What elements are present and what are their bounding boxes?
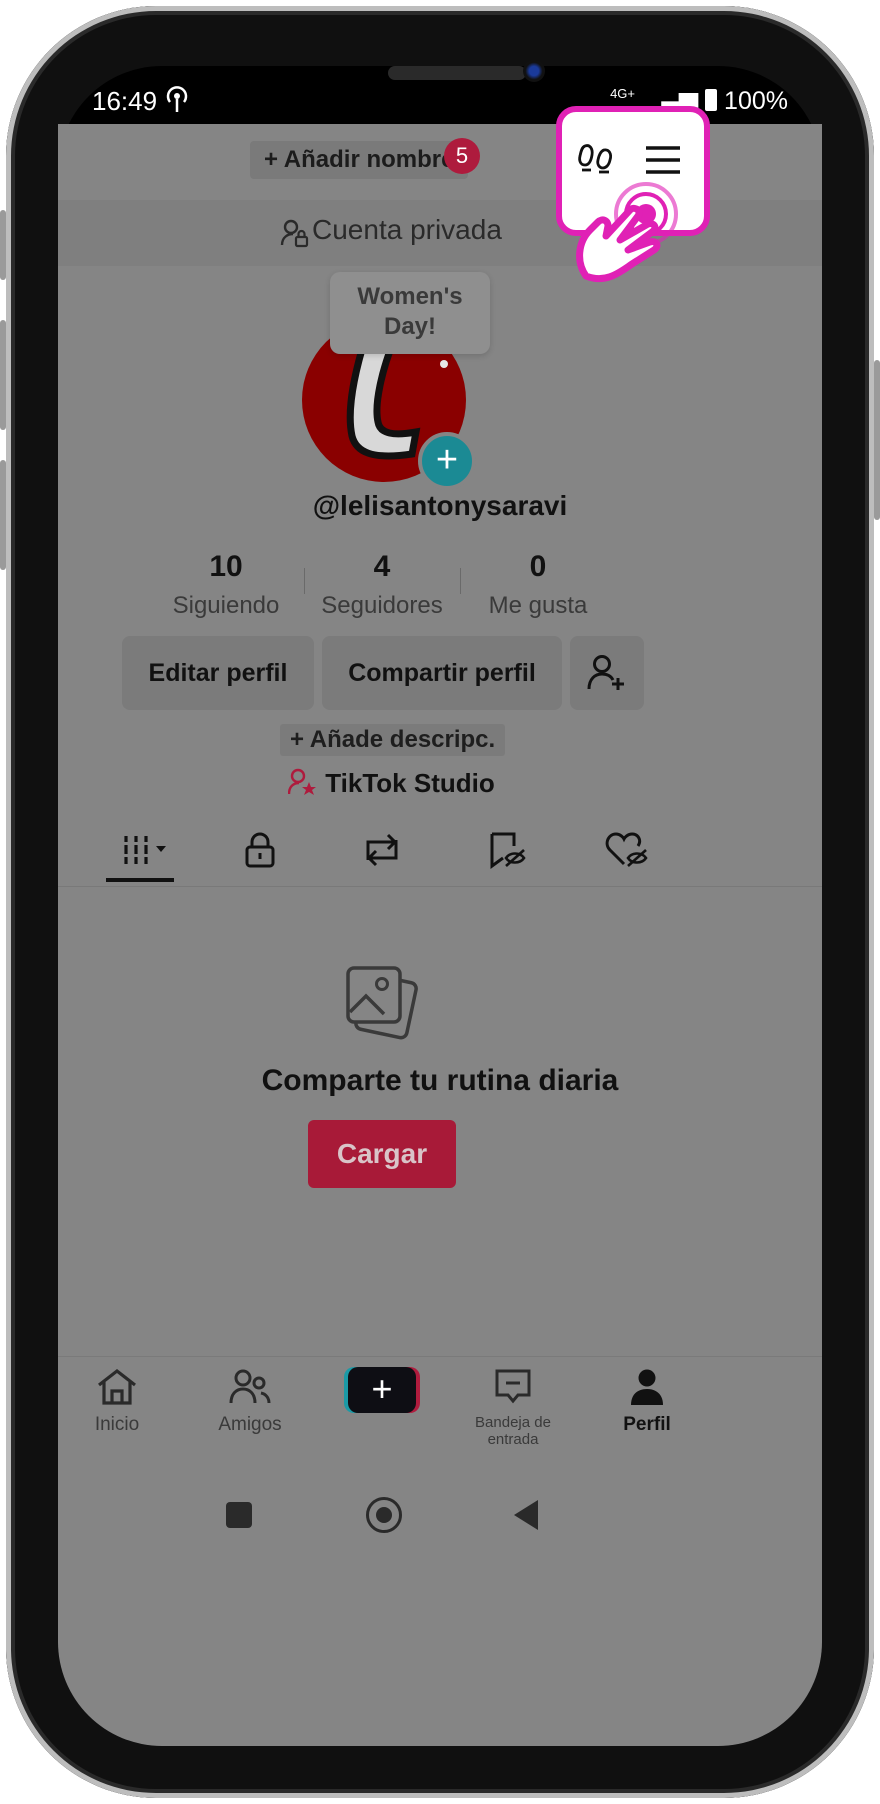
side-button-left-2 [0,320,6,430]
stat-label: Siguiendo [172,592,280,619]
tab-private[interactable] [240,830,310,876]
system-nav-bar [58,1466,822,1566]
back-button[interactable] [514,1500,538,1530]
add-avatar-button[interactable]: + [418,432,476,490]
tooltip-line-2: Day! [383,313,437,340]
earpiece-speaker [388,66,526,80]
inbox-icon [495,1369,531,1404]
tap-hand-icon [572,180,692,295]
status-time: 16:49 [92,86,158,116]
stat-following[interactable]: 10 Siguiendo [148,550,304,620]
hotspot-icon [164,86,190,121]
notification-badge: 5 [444,138,480,174]
profile-icon [631,1369,663,1405]
nav-inbox[interactable]: Bandeja de entrada [448,1367,578,1448]
stat-value: 4 [373,550,391,583]
studio-icon [287,768,318,803]
profile-stats: 10 Siguiendo 4 Seguidores 0 Me gusta [148,550,618,622]
nav-home[interactable]: Inicio [58,1367,182,1436]
profile-screen: + Añadir nombre 5 Cuenta privada Women's… [58,124,822,1746]
battery-label: 100% [724,87,788,115]
tab-reposts[interactable] [360,830,430,876]
tooltip-dot [440,360,448,368]
stat-label: Me gusta [488,592,588,619]
create-button[interactable]: + [348,1367,416,1413]
empty-state-title: Comparte tu rutina diaria [261,1064,619,1097]
stat-value: 0 [529,550,547,583]
photos-icon [344,964,418,1045]
private-user-icon [280,218,310,253]
share-profile-button[interactable]: Compartir perfil [322,636,562,710]
tab-videos[interactable] [118,830,188,876]
side-button-left-3 [0,460,6,570]
home-icon [98,1368,136,1405]
nav-label: Amigos [218,1414,282,1435]
liked-hidden-icon [605,832,648,867]
lock-icon [245,832,275,868]
stat-value: 10 [209,550,243,583]
hamburger-menu-icon[interactable] [644,140,684,180]
battery-icon [705,89,718,111]
repost-icon [366,833,398,867]
nav-profile[interactable]: Perfil [582,1367,712,1436]
username: @lelisantonysaravi [312,490,568,521]
nav-friends[interactable]: Amigos [185,1367,315,1436]
home-system-dot [376,1507,392,1523]
add-description-button[interactable]: + Añade descripc. [280,724,506,756]
home-system-button[interactable] [366,1497,402,1533]
edit-profile-button[interactable]: Editar perfil [122,636,314,710]
grid-icon [122,836,166,864]
signal-label: 4G+ [610,86,636,101]
bookmark-hidden-icon [490,832,526,869]
private-account-label: Cuenta privada [312,214,502,245]
studio-label: TikTok Studio [325,768,495,798]
add-friend-button[interactable] [570,636,644,710]
stat-label: Seguidores [321,592,443,619]
tab-liked[interactable] [604,830,674,876]
side-button-left-1 [0,210,6,280]
tooltip-line-1: Women's [357,283,463,310]
nav-label: Bandeja de entrada [475,1414,551,1448]
add-name-button[interactable]: + Añadir nombre [250,141,469,179]
tiktok-studio-link[interactable]: TikTok Studio [287,768,495,804]
create-icon: + [371,1368,393,1409]
bottom-nav: Inicio Amigos + Bandeja de entrada Perfi… [58,1356,822,1467]
nav-label: Perfil [623,1414,671,1435]
front-camera [523,60,545,82]
stat-likes[interactable]: 0 Me gusta [460,550,616,620]
tab-saved[interactable] [484,830,554,876]
footprints-icon[interactable] [576,140,616,180]
recents-button[interactable] [226,1502,252,1528]
content-tabs [58,820,822,887]
active-tab-indicator [106,878,174,882]
friends-icon [229,1369,271,1404]
add-user-icon [587,655,624,690]
upload-button[interactable]: Cargar [308,1120,456,1188]
womens-day-tooltip: Women's Day! [330,272,490,354]
side-button-right [874,360,880,520]
stat-followers[interactable]: 4 Seguidores [304,550,460,620]
nav-label: Inicio [94,1414,140,1435]
